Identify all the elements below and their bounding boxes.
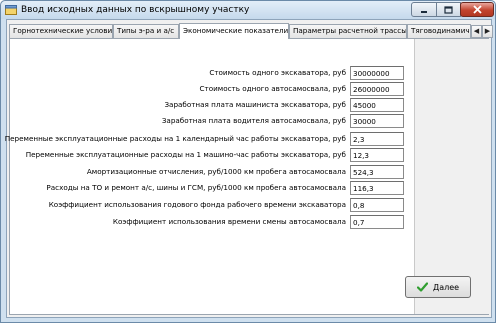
dialog-client-area: Горнотехнические условия Типы э-ра и а/с… — [5, 19, 493, 318]
checkmark-icon — [416, 282, 428, 292]
truck-driver-salary-input[interactable] — [350, 114, 404, 128]
tab-strip: Горнотехнические условия Типы э-ра и а/с… — [9, 23, 493, 39]
chevron-right-icon: ▶ — [484, 27, 491, 35]
field-label: Заработная плата машиниста экскаватора, … — [164, 100, 346, 109]
tab-route-parameters[interactable]: Параметры расчетной трассы — [289, 24, 407, 38]
truck-cost-input[interactable] — [350, 82, 404, 96]
tab-excavator-truck-types[interactable]: Типы э-ра и а/с — [113, 24, 179, 38]
field-label: Амортизационные отчисления, руб/1000 км … — [86, 167, 346, 176]
annual-utilization-input[interactable] — [350, 198, 404, 212]
excavator-cost-input[interactable] — [350, 66, 404, 80]
minimize-button[interactable] — [411, 2, 437, 17]
tab-scroll-arrows: ◀ ▶ — [471, 25, 493, 38]
tab-label: Тяговодинамиче — [411, 26, 471, 35]
tab-economic-indicators[interactable]: Экономические показатели — [179, 23, 289, 39]
machine-hour-cost-input[interactable] — [350, 148, 404, 162]
maximize-icon — [444, 5, 453, 14]
tab-label: Типы э-ра и а/с — [117, 26, 175, 35]
field-label: Переменные эксплуатационные расходы на 1… — [25, 150, 346, 159]
tab-label: Экономические показатели — [183, 26, 289, 35]
side-panel — [414, 39, 489, 314]
economic-indicators-panel: Стоимость одного экскаватора, руб Стоимо… — [5, 38, 489, 315]
tab-traction-dynamics[interactable]: Тяговодинамиче — [407, 24, 471, 38]
tab-scroll-left-button[interactable]: ◀ — [471, 25, 482, 38]
calendar-hour-cost-input[interactable] — [350, 132, 404, 146]
tab-mining-conditions[interactable]: Горнотехнические условия — [9, 24, 113, 38]
title-bar[interactable]: Ввод исходных данных по вскрышному участ… — [1, 1, 495, 19]
field-label: Стоимость одного автосамосвала, руб — [199, 84, 346, 93]
next-button-label: Далее — [432, 282, 460, 292]
field-label: Расходы на ТО и ремонт а/с, шины и ГСМ, … — [46, 183, 346, 192]
next-button[interactable]: Далее — [405, 276, 471, 298]
excavator-operator-salary-input[interactable] — [350, 98, 404, 112]
chevron-left-icon: ◀ — [473, 27, 480, 35]
close-button[interactable] — [460, 2, 494, 17]
field-label: Коэффициент использования времени смены … — [112, 217, 346, 226]
close-icon — [472, 5, 482, 14]
tab-label: Параметры расчетной трассы — [293, 26, 407, 35]
depreciation-input[interactable] — [350, 165, 404, 179]
shift-utilization-input[interactable] — [350, 215, 404, 229]
maximize-button[interactable] — [436, 2, 461, 17]
field-label: Стоимость одного экскаватора, руб — [209, 68, 346, 77]
tab-scroll-right-button[interactable]: ▶ — [482, 25, 493, 38]
window-title: Ввод исходных данных по вскрышному участ… — [21, 5, 250, 15]
minimize-icon — [421, 10, 427, 13]
field-label: Коэффициент использования годового фонда… — [48, 200, 346, 209]
app-icon — [5, 5, 17, 15]
tab-label: Горнотехнические условия — [13, 26, 113, 35]
field-label: Переменные эксплуатационные расходы на 1… — [4, 134, 346, 143]
field-label: Заработная плата водителя автосамосвала,… — [161, 116, 346, 125]
dialog-window: Ввод исходных данных по вскрышному участ… — [0, 0, 496, 323]
maintenance-cost-input[interactable] — [350, 181, 404, 195]
